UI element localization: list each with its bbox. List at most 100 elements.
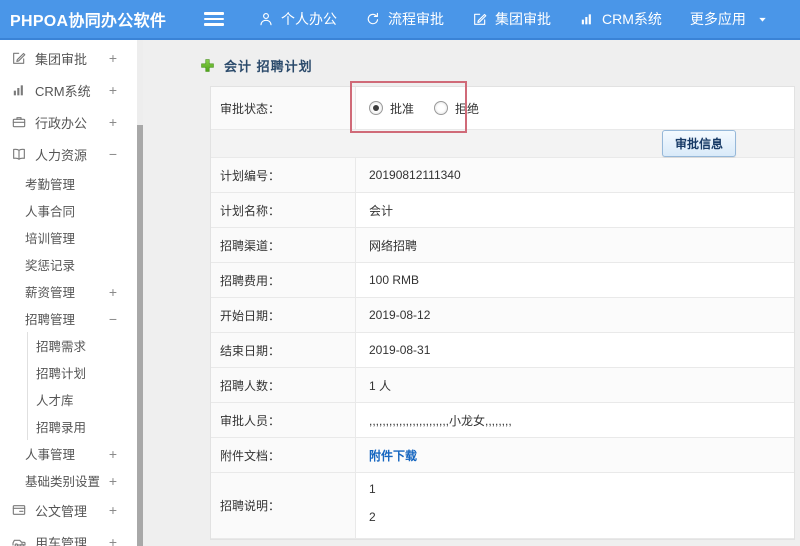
person-icon (260, 13, 272, 26)
field-value-cell: 会计 (356, 193, 794, 227)
sidebar-item-label: 集团审批 (35, 51, 88, 67)
field-value: 2019-08-12 (369, 308, 431, 322)
sidebar-item-label: 招聘管理 (25, 313, 76, 327)
sidebar-item-recruit-mgmt[interactable]: 招聘管理 − (0, 305, 137, 332)
radio-label: 拒绝 (455, 101, 480, 116)
nav-item-label: CRM系统 (602, 11, 662, 27)
sidebar-item-label: 薪资管理 (25, 286, 76, 300)
sidebar-item-label: 奖惩记录 (25, 259, 76, 273)
top-nav: 个人办公 流程审批 集团审批 CRM系统 更多应用 (258, 9, 768, 29)
field-value-cell: 附件下载 (356, 438, 794, 472)
sidebar-item-recruit-plan[interactable]: 招聘计划 (0, 359, 137, 386)
sidebar: 集团审批 + CRM系统 + 行政办公 + 人力资源 − 考勤管理 人事合同 培训管理 奖惩记录 薪资管… (0, 40, 137, 546)
sidebar-item-human-resources[interactable]: 人力资源 − (0, 138, 137, 170)
field-value-cell: ,,,,,,,,,,,,,,,,,,,,,,,,小龙女,,,,,,,, (356, 403, 794, 437)
page-title-row: 会计 招聘计划 (200, 56, 800, 75)
expand-icon[interactable]: + (109, 503, 117, 517)
sidebar-item-salary-mgmt[interactable]: 薪资管理 + (0, 278, 137, 305)
approval-button-row: 审批信息 (211, 130, 794, 158)
field-value-cell: 2019-08-12 (356, 298, 794, 332)
field-value: 2019-08-31 (369, 343, 431, 357)
sidebar-item-label: 招聘计划 (36, 367, 87, 381)
expand-icon[interactable]: + (109, 285, 117, 299)
field-label: 招聘渠道： (211, 228, 356, 262)
field-label: 招聘人数： (211, 368, 356, 402)
approval-options-cell: 批准 拒绝 (356, 87, 794, 129)
field-label: 计划名称： (211, 193, 356, 227)
sidebar-item-label: 招聘录用 (36, 421, 87, 435)
sidebar-item-label: 招聘需求 (36, 340, 87, 354)
sidebar-item-personnel-mgmt[interactable]: 人事管理 + (0, 440, 137, 467)
attachment-download-link[interactable]: 附件下载 (369, 447, 417, 464)
expand-icon[interactable]: + (109, 83, 117, 97)
nav-item-label: 更多应用 (689, 11, 746, 27)
app-window: PHPOA协同办公软件 个人办公 流程审批 集团审批 CRM系统 更多应用 集团审批 + C… (0, 0, 800, 546)
menu-toggle-icon[interactable] (204, 12, 224, 26)
sidebar-item-vehicle-mgmt[interactable]: 用车管理 + (0, 526, 137, 546)
sidebar-item-attendance-mgmt[interactable]: 考勤管理 (0, 170, 137, 197)
field-value-cell: 1 2 (356, 473, 794, 538)
sidebar-item-training-mgmt[interactable]: 培训管理 (0, 224, 137, 251)
sidebar-item-label: 人力资源 (35, 147, 88, 163)
detail-table: 审批状态： 批准 拒绝 审批信息 计划编号： 20190812111340 计划名称：… (210, 81, 795, 540)
sidebar-item-admin-office[interactable]: 行政办公 + (0, 106, 137, 138)
sidebar-item-document-mgmt[interactable]: 公文管理 + (0, 494, 137, 526)
sidebar-item-personnel-contract[interactable]: 人事合同 (0, 197, 137, 224)
nav-item-more-apps[interactable]: 更多应用 (690, 9, 768, 29)
field-value: 网络招聘 (369, 238, 418, 253)
radio-button[interactable] (369, 101, 383, 115)
doc-icon (12, 505, 26, 515)
sidebar-item-label: CRM系统 (35, 83, 91, 99)
collapse-icon[interactable]: − (109, 147, 117, 161)
field-row-attachment: 附件文档： 附件下载 (211, 438, 794, 473)
field-row-end-date: 结束日期： 2019-08-31 (211, 333, 794, 368)
nav-item-crm-system[interactable]: CRM系统 (579, 9, 662, 29)
field-label: 审批人员： (211, 403, 356, 437)
sidebar-item-label: 人才库 (36, 394, 74, 408)
sidebar-item-recruit-hire[interactable]: 招聘录用 (0, 413, 137, 440)
expand-icon[interactable]: + (109, 535, 117, 546)
radio-button[interactable] (434, 101, 449, 115)
app-logo: PHPOA协同办公软件 (10, 13, 167, 30)
nav-item-personal-office[interactable]: 个人办公 (258, 9, 337, 29)
sidebar-item-talent-pool[interactable]: 人才库 (0, 386, 137, 413)
expand-icon[interactable]: + (109, 51, 117, 65)
field-value-cell: 1 人 (356, 368, 794, 402)
chart-icon (581, 14, 591, 25)
briefcase-icon (12, 117, 26, 128)
sidebar-item-base-category-settings[interactable]: 基础类别设置 + (0, 467, 137, 494)
sidebar-item-recruit-demand[interactable]: 招聘需求 (0, 332, 137, 359)
field-label: 结束日期： (211, 333, 356, 367)
radio-label: 批准 (390, 101, 415, 116)
book-icon (13, 148, 25, 160)
approval-info-button[interactable]: 审批信息 (661, 130, 736, 157)
field-label: 附件文档： (211, 438, 356, 472)
field-row-plan-number: 计划编号： 20190812111340 (211, 158, 794, 193)
field-value-cell: 20190812111340 (356, 158, 794, 192)
expand-icon[interactable]: + (109, 115, 117, 129)
nav-item-label: 个人办公 (281, 11, 337, 27)
sidebar-item-crm-system[interactable]: CRM系统 + (0, 74, 137, 106)
sidebar-item-reward-punish-records[interactable]: 奖惩记录 (0, 251, 137, 278)
field-rows: 计划编号： 20190812111340 计划名称： 会计 招聘渠道： 网络招聘 招聘费用：… (211, 158, 794, 539)
sidebar-item-label: 人事合同 (25, 205, 76, 219)
sidebar-item-group-approval[interactable]: 集团审批 + (0, 42, 137, 74)
edit-icon (474, 13, 487, 25)
field-value: 100 RMB (369, 273, 420, 287)
field-row-plan-name: 计划名称： 会计 (211, 193, 794, 228)
field-row-recruit-count: 招聘人数： 1 人 (211, 368, 794, 403)
nav-item-group-approval[interactable]: 集团审批 (472, 9, 551, 29)
radio-option-reject[interactable]: 拒绝 (434, 100, 479, 117)
nav-item-process-approval[interactable]: 流程审批 (365, 9, 444, 29)
expand-icon[interactable]: + (109, 474, 117, 488)
radio-option-approve[interactable]: 批准 (369, 100, 414, 117)
collapse-icon[interactable]: − (109, 312, 117, 326)
add-icon[interactable] (200, 58, 215, 73)
field-value: 1 2 (369, 482, 376, 524)
field-row-approval-status: 审批状态： 批准 拒绝 (211, 87, 794, 130)
expand-icon[interactable]: + (109, 447, 117, 461)
nav-item-label: 集团审批 (495, 11, 551, 27)
field-label: 招聘费用： (211, 263, 356, 297)
sidebar-item-label: 培训管理 (25, 232, 76, 246)
field-row-start-date: 开始日期： 2019-08-12 (211, 298, 794, 333)
